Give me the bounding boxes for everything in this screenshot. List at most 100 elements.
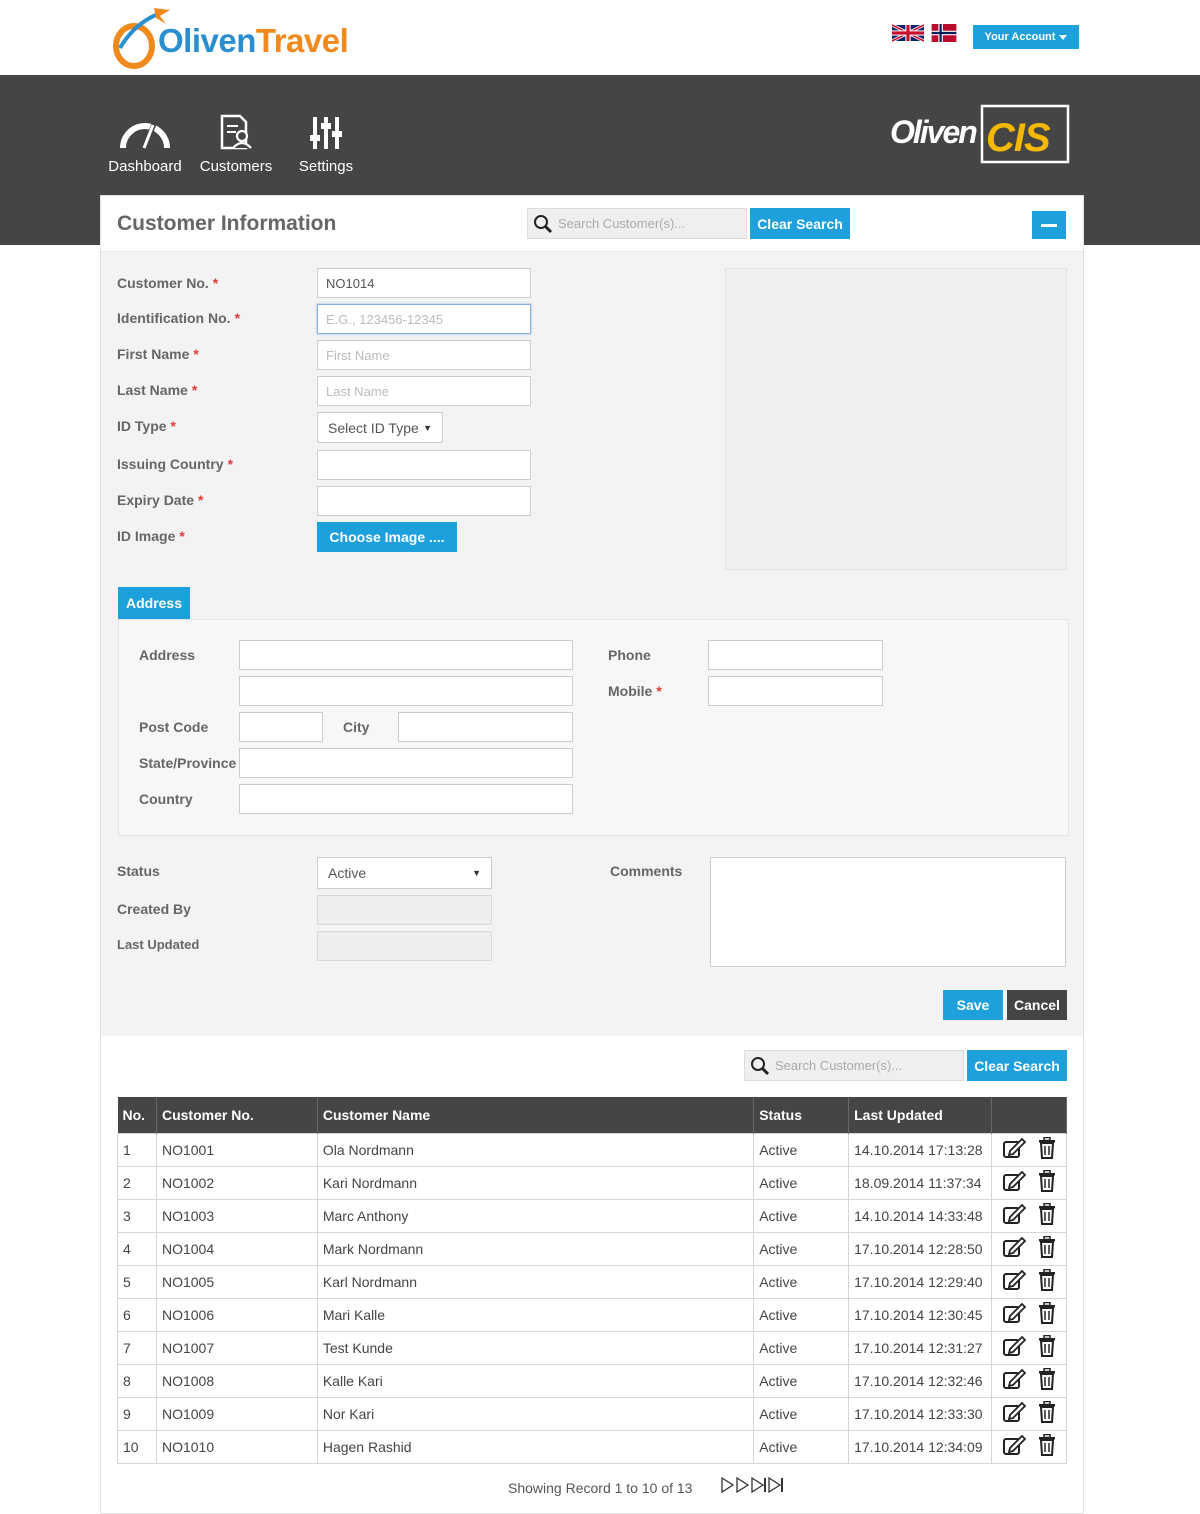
nav-item-customers[interactable]: Customers <box>191 113 281 175</box>
collapse-button[interactable] <box>1032 211 1066 239</box>
expiry-date-field[interactable] <box>317 486 531 516</box>
table-cell: 8 <box>117 1363 157 1398</box>
edit-icon[interactable] <box>1002 1236 1027 1261</box>
edit-icon[interactable] <box>1002 1170 1027 1195</box>
column-header[interactable]: Status <box>753 1097 850 1133</box>
nav-item-dashboard[interactable]: Dashboard <box>100 113 190 175</box>
nav-item-settings[interactable]: Settings <box>281 113 371 175</box>
cancel-button[interactable]: Cancel <box>1007 990 1067 1020</box>
trash-icon[interactable] <box>1038 1334 1056 1360</box>
table-row[interactable]: 3 NO1003 Marc Anthony Active 14.10.2014 14:3… <box>117 1198 1068 1233</box>
id-type-select[interactable]: Select ID Type ▼ <box>317 412 443 443</box>
last-page-icon[interactable] <box>768 1476 784 1496</box>
trash-icon[interactable] <box>1038 1235 1056 1261</box>
list-clear-search-button[interactable]: Clear Search <box>967 1050 1067 1081</box>
edit-icon[interactable] <box>1002 1137 1027 1162</box>
last-name-field[interactable]: Last Name <box>317 376 531 406</box>
status-select[interactable]: Active ▼ <box>317 857 492 889</box>
column-header[interactable]: Customer No. <box>156 1097 318 1133</box>
your-account-label: Your Account <box>984 31 1056 43</box>
trash-icon[interactable] <box>1038 1400 1056 1426</box>
table-row[interactable]: 8 NO1008 Kalle Kari Active 17.10.2014 12:32:… <box>117 1363 1068 1398</box>
edit-icon[interactable] <box>1002 1203 1027 1228</box>
trash-icon[interactable] <box>1038 1169 1056 1195</box>
customer-no-field[interactable]: NO1014 <box>317 268 531 298</box>
header-search[interactable] <box>527 208 747 239</box>
table-row[interactable]: 9 NO1009 Nor Kari Active 17.10.2014 12:33:30 <box>117 1396 1068 1431</box>
trash-icon[interactable] <box>1038 1268 1056 1294</box>
edit-icon[interactable] <box>1002 1302 1027 1327</box>
column-header[interactable]: Customer Name <box>317 1097 755 1133</box>
table-cell: Mark Nordmann <box>316 1231 755 1266</box>
table-cell: Hagen Rashid <box>316 1429 755 1464</box>
save-button[interactable]: Save <box>943 990 1003 1020</box>
table-row[interactable]: 2 NO1002 Kari Nordmann Active 18.09.2014 11:… <box>117 1165 1068 1200</box>
edit-icon[interactable] <box>1002 1434 1027 1459</box>
id-image-label: ID Image * <box>117 528 185 544</box>
trash-icon[interactable] <box>1038 1202 1056 1228</box>
column-header[interactable]: Last Updated <box>848 1097 992 1133</box>
row-actions <box>990 1132 1068 1167</box>
search-input[interactable] <box>558 216 708 231</box>
address-line2-field[interactable] <box>239 676 573 706</box>
comments-label: Comments <box>610 863 683 879</box>
trash-icon[interactable] <box>1038 1367 1056 1393</box>
nav-label-customers: Customers <box>199 158 273 175</box>
edit-icon[interactable] <box>1002 1335 1027 1360</box>
next-page-icon[interactable] <box>721 1476 735 1496</box>
table-row[interactable]: 1 NO1001 Ola Nordmann Active 14.10.2014 17:1… <box>117 1132 1068 1167</box>
nav-label-dashboard: Dashboard <box>108 158 182 175</box>
post-code-field[interactable] <box>239 712 323 742</box>
table-row[interactable]: 4 NO1004 Mark Nordmann Active 17.10.2014 12:… <box>117 1231 1068 1266</box>
phone-field[interactable] <box>708 640 883 670</box>
issuing-country-field[interactable] <box>317 450 531 480</box>
trash-icon[interactable] <box>1038 1136 1056 1162</box>
table-cell: Karl Nordmann <box>316 1264 755 1299</box>
last-page-icon[interactable] <box>751 1476 767 1496</box>
city-field[interactable] <box>398 712 573 742</box>
address-line1-field[interactable] <box>239 640 573 670</box>
table-cell: NO1008 <box>155 1363 318 1398</box>
row-actions <box>990 1198 1068 1233</box>
required-mark: * <box>212 275 219 291</box>
first-name-field[interactable]: First Name <box>317 340 531 370</box>
table-row[interactable]: 7 NO1007 Test Kunde Active 17.10.2014 12:31:… <box>117 1330 1068 1365</box>
tab-address[interactable]: Address <box>118 587 190 619</box>
state-province-label: State/Province <box>139 755 237 771</box>
next-page-icon[interactable] <box>736 1476 750 1496</box>
list-search[interactable] <box>744 1050 964 1081</box>
column-header[interactable]: No. <box>117 1097 157 1133</box>
svg-text:Oliven: Oliven <box>890 114 977 150</box>
table-cell: NO1010 <box>155 1429 318 1464</box>
row-actions <box>990 1330 1068 1365</box>
table-cell: 17.10.2014 12:34:09 <box>848 1429 992 1464</box>
trash-icon[interactable] <box>1038 1301 1056 1327</box>
brand-name: OlivenTravel <box>158 22 349 60</box>
norway-flag-icon[interactable] <box>928 24 960 42</box>
identification-no-field[interactable]: E.G., 123456-12345 <box>317 304 531 334</box>
country-field[interactable] <box>239 784 573 814</box>
table-cell: 10 <box>117 1429 157 1464</box>
edit-icon[interactable] <box>1002 1401 1027 1426</box>
required-mark: * <box>191 382 198 398</box>
table-row[interactable]: 10 NO1010 Hagen Rashid Active 17.10.2014 12:… <box>117 1429 1068 1464</box>
trash-icon[interactable] <box>1038 1433 1056 1459</box>
brand-part1: Oliven <box>158 22 256 59</box>
status-value: Active <box>328 865 367 881</box>
edit-icon[interactable] <box>1002 1368 1027 1393</box>
choose-image-button[interactable]: Choose Image .... <box>317 522 457 552</box>
your-account-button[interactable]: Your Account <box>973 25 1079 49</box>
oliventravel-logo[interactable]: OlivenTravel <box>110 4 380 72</box>
table-cell: Active <box>753 1231 850 1266</box>
uk-flag-icon[interactable] <box>892 24 924 42</box>
expiry-date-label-text: Expiry Date <box>117 492 195 508</box>
table-row[interactable]: 6 NO1006 Mari Kalle Active 17.10.2014 12:30:… <box>117 1297 1068 1332</box>
table-cell: NO1003 <box>155 1198 318 1233</box>
comments-textarea[interactable] <box>710 857 1066 967</box>
state-province-field[interactable] <box>239 748 573 778</box>
edit-icon[interactable] <box>1002 1269 1027 1294</box>
mobile-field[interactable] <box>708 676 883 706</box>
table-row[interactable]: 5 NO1005 Karl Nordmann Active 17.10.2014 12:… <box>117 1264 1068 1299</box>
list-search-input[interactable] <box>775 1058 925 1073</box>
clear-search-button[interactable]: Clear Search <box>750 208 850 239</box>
